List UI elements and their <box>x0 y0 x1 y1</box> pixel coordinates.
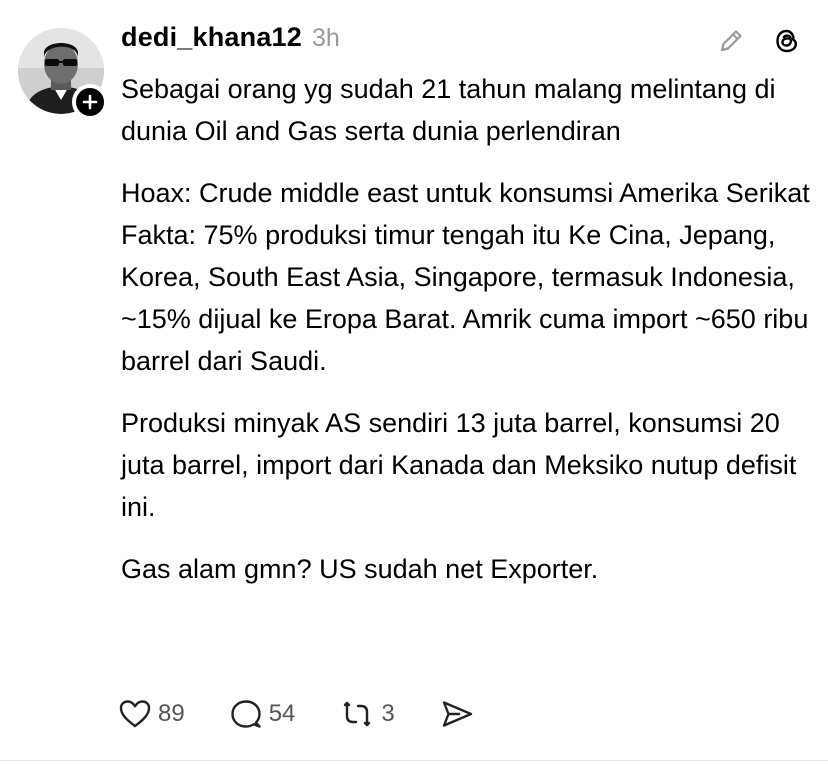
post-actions: 89 54 3 <box>118 694 475 734</box>
threads-logo-icon <box>776 29 798 53</box>
post-timestamp[interactable]: 3h <box>312 24 340 53</box>
repost-icon <box>344 701 371 727</box>
share-button[interactable] <box>439 698 475 730</box>
divider <box>0 760 828 761</box>
thread-post: dedi_khana12 3h Sebagai orang yg sudah 2… <box>0 0 828 766</box>
post-body: Sebagai orang yg sudah 21 tahun malang m… <box>121 68 811 590</box>
avatar-container <box>18 28 108 120</box>
repost-button[interactable]: 3 <box>339 698 395 730</box>
reply-count: 54 <box>268 700 296 727</box>
username-link[interactable]: dedi_khana12 <box>121 22 302 53</box>
post-paragraph: Fakta: 75% produksi timur tengah itu Ke … <box>121 220 809 376</box>
post-paragraph: Hoax: Crude middle east untuk konsumsi A… <box>121 178 810 208</box>
heart-icon <box>119 700 151 728</box>
edit-icon <box>720 30 742 52</box>
send-icon <box>442 701 472 727</box>
follow-button[interactable] <box>72 84 108 120</box>
threads-button[interactable] <box>772 26 802 56</box>
post-paragraph: Gas alam gmn? US sudah net Exporter. <box>121 554 599 584</box>
reply-icon <box>231 700 261 728</box>
post-paragraph: Sebagai orang yg sudah 21 tahun malang m… <box>121 74 776 146</box>
post-header: dedi_khana12 3h <box>121 22 340 62</box>
plus-icon <box>82 94 98 110</box>
like-count: 89 <box>158 700 185 727</box>
post-paragraph: Produksi minyak AS sendiri 13 juta barre… <box>121 408 797 522</box>
repost-count: 3 <box>381 700 395 727</box>
edit-button[interactable] <box>716 26 746 56</box>
reply-button[interactable]: 54 <box>229 698 296 730</box>
like-button[interactable]: 89 <box>118 698 185 730</box>
post-top-actions <box>716 26 802 56</box>
